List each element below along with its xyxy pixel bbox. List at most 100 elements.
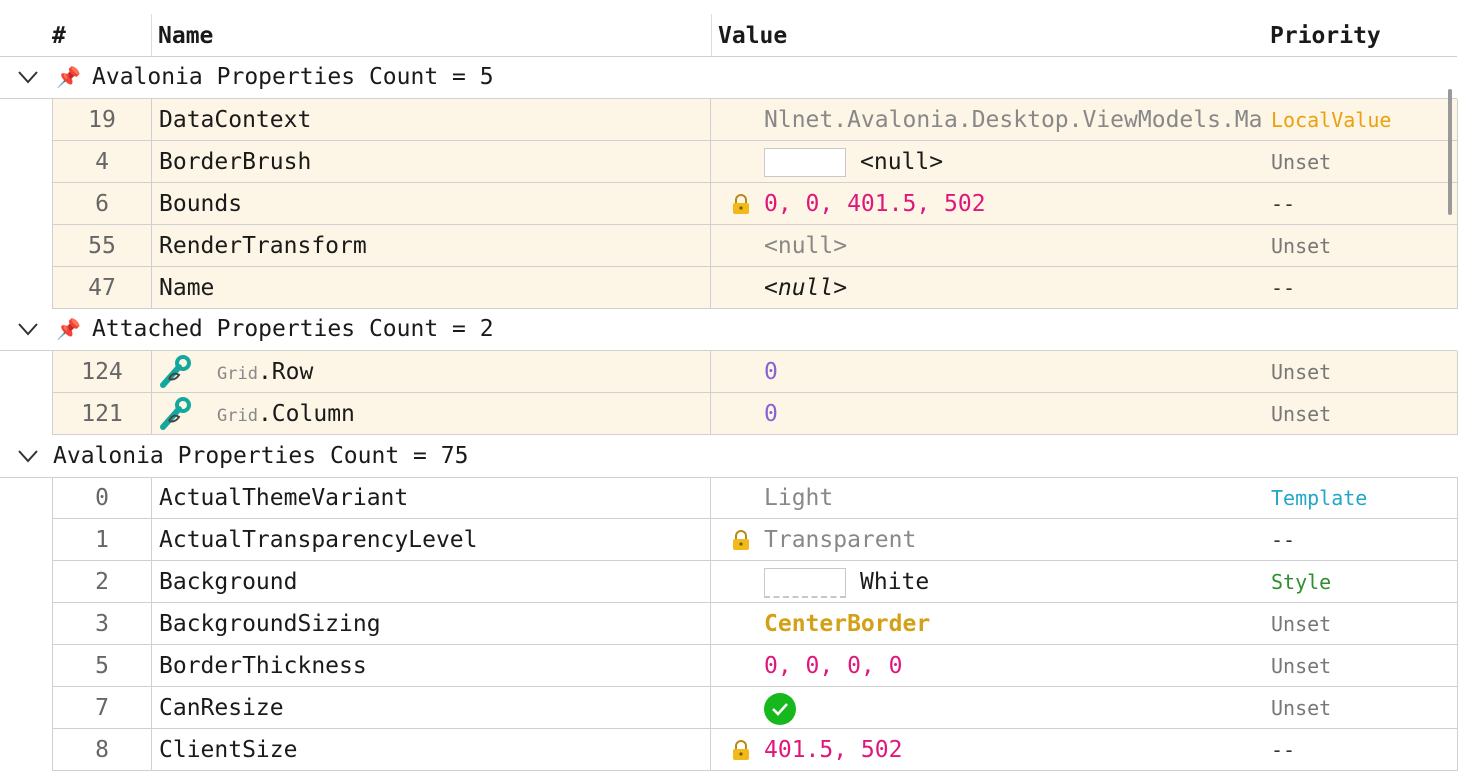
row-index: 7 [53, 687, 152, 728]
row-index: 55 [53, 225, 152, 266]
table-row[interactable]: 2 Background White Style [52, 561, 1458, 603]
property-name: .Row [257, 359, 314, 385]
lock-icon [733, 740, 749, 760]
property-value-cell: White [712, 561, 1264, 602]
chevron-down-icon[interactable] [17, 321, 39, 337]
property-priority: LocalValue [1271, 108, 1392, 132]
property-value: 0 [764, 359, 778, 385]
property-priority: -- [1271, 528, 1296, 552]
attached-property-icon [160, 355, 191, 388]
lock-icon [733, 530, 749, 550]
property-value-cell: Transparent [712, 519, 1264, 560]
row-index: 19 [53, 99, 152, 140]
property-value: 401.5, 502 [764, 737, 903, 763]
table-row[interactable]: 4 BorderBrush <null> Unset [52, 141, 1458, 183]
property-priority: Unset [1271, 612, 1332, 636]
row-index: 3 [53, 603, 152, 644]
property-priority: Unset [1271, 360, 1332, 384]
table-row[interactable]: 0 ActualThemeVariant Light Template [52, 477, 1458, 519]
row-index: 121 [53, 393, 152, 434]
property-value: 0 [764, 401, 778, 427]
header-value[interactable]: Value [718, 14, 787, 56]
chevron-down-icon[interactable] [17, 448, 39, 464]
table-row[interactable]: 8 ClientSize 401.5, 502 -- [52, 729, 1458, 771]
pin-icon[interactable]: 📌 [56, 65, 81, 89]
property-value-cell: 401.5, 502 [712, 729, 1264, 770]
property-priority: -- [1271, 276, 1296, 300]
table-row[interactable]: 121 Grid.Column 0 Unset [52, 393, 1458, 435]
table-row[interactable]: 124 Grid.Row 0 Unset [52, 351, 1458, 393]
property-value: Nlnet.Avalonia.Desktop.ViewModels.MainWi… [764, 107, 1264, 133]
table-row[interactable]: 3 BackgroundSizing CenterBorder Unset [52, 603, 1458, 645]
property-name: .Column [257, 401, 355, 427]
row-index: 6 [53, 183, 152, 224]
property-priority: Template [1271, 486, 1368, 510]
row-index: 8 [53, 729, 152, 770]
vertical-scrollbar[interactable] [1448, 89, 1452, 215]
property-priority: Unset [1271, 402, 1332, 426]
property-name: CanResize [152, 687, 711, 728]
header-num[interactable]: # [52, 14, 66, 56]
property-value: <null> [764, 233, 848, 259]
chevron-down-icon[interactable] [17, 69, 39, 85]
header-priority[interactable]: Priority [1270, 14, 1381, 56]
header-name[interactable]: Name [158, 14, 213, 56]
property-value: Light [764, 485, 834, 511]
property-priority: Unset [1271, 654, 1332, 678]
table-row[interactable]: 19 DataContext Nlnet.Avalonia.Desktop.Vi… [52, 99, 1458, 141]
column-separator[interactable] [151, 14, 152, 56]
property-name: BackgroundSizing [152, 603, 711, 644]
property-value: CenterBorder [764, 611, 931, 637]
table-row[interactable]: 5 BorderThickness 0, 0, 0, 0 Unset [52, 645, 1458, 687]
property-value: 0, 0, 401.5, 502 [764, 191, 986, 217]
row-index: 47 [53, 267, 152, 308]
lock-icon [733, 194, 749, 214]
row-index: 0 [53, 477, 152, 518]
property-name: DataContext [152, 99, 711, 140]
property-value-cell: 0, 0, 401.5, 502 [712, 183, 1264, 224]
property-value-cell [712, 687, 1264, 728]
property-value: <null> [860, 149, 944, 175]
pin-icon[interactable]: 📌 [56, 317, 81, 341]
property-name: Name [152, 267, 711, 308]
property-name: ActualTransparencyLevel [152, 519, 711, 560]
attached-property-icon [160, 397, 191, 430]
property-namespace: Grid [217, 406, 258, 426]
row-index: 1 [53, 519, 152, 560]
group-header[interactable]: 📌 Attached Properties Count = 2 [0, 308, 1457, 351]
table-row[interactable]: 6 Bounds 0, 0, 401.5, 502 -- [52, 183, 1458, 225]
property-name: BorderBrush [152, 141, 711, 182]
row-index: 5 [53, 645, 152, 686]
group-title: Avalonia Properties Count = 75 [53, 443, 469, 469]
property-name: ActualThemeVariant [152, 477, 711, 518]
row-index: 124 [53, 351, 152, 392]
group-title: Attached Properties Count = 2 [92, 316, 494, 342]
property-priority: -- [1271, 192, 1296, 216]
property-name: BorderThickness [152, 645, 711, 686]
property-name-cell: Grid.Column [152, 393, 711, 434]
property-name-cell: Grid.Row [152, 351, 711, 392]
property-value: <null> [764, 275, 848, 301]
table-row[interactable]: 55 RenderTransform <null> Unset [52, 225, 1458, 267]
property-priority: -- [1271, 738, 1296, 762]
group-title: Avalonia Properties Count = 5 [92, 64, 494, 90]
property-priority: Unset [1271, 234, 1332, 258]
property-name: ClientSize [152, 729, 711, 770]
column-separator[interactable] [711, 14, 712, 56]
property-priority: Unset [1271, 696, 1332, 720]
group-header[interactable]: 📌 Avalonia Properties Count = 5 [0, 56, 1457, 99]
property-value-cell: <null> [712, 141, 1264, 182]
property-value: 0, 0, 0, 0 [764, 653, 903, 679]
property-value: Transparent [764, 527, 917, 553]
group-header[interactable]: Avalonia Properties Count = 75 [0, 435, 1457, 478]
property-namespace: Grid [217, 364, 258, 384]
row-index: 4 [53, 141, 152, 182]
table-row[interactable]: 1 ActualTransparencyLevel Transparent -- [52, 519, 1458, 561]
property-name: Bounds [152, 183, 711, 224]
table-row[interactable]: 47 Name <null> -- [52, 267, 1458, 309]
color-swatch [764, 148, 846, 177]
property-priority: Unset [1271, 150, 1332, 174]
table-row[interactable]: 7 CanResize Unset [52, 687, 1458, 729]
checkmark-icon[interactable] [764, 692, 796, 725]
column-header: # Name Value Priority [0, 14, 1457, 57]
